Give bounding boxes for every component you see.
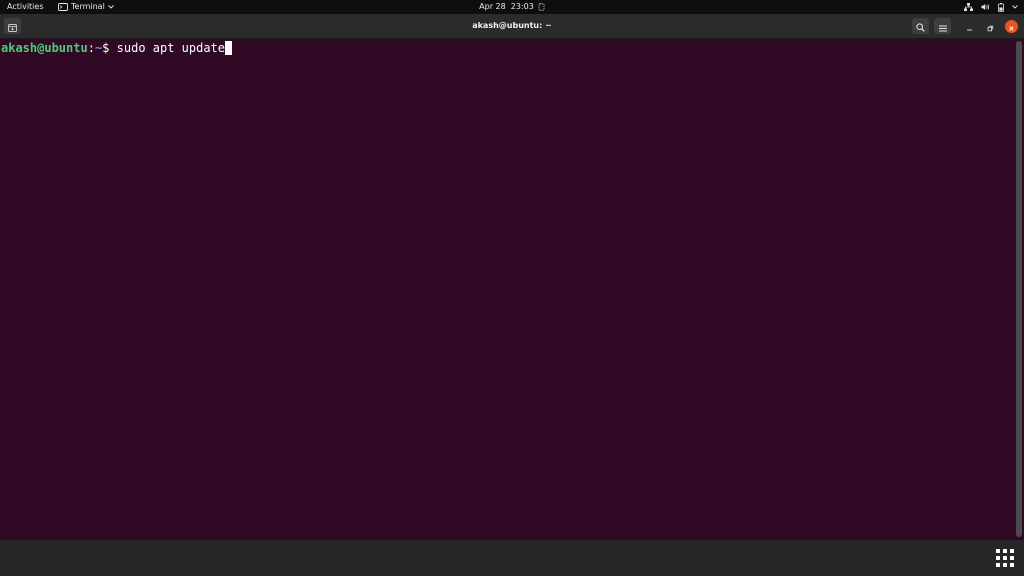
- prompt-user-host: akash@ubuntu: [1, 41, 88, 55]
- search-button[interactable]: [912, 18, 929, 34]
- app-menu-label: Terminal: [71, 2, 105, 11]
- activities-button[interactable]: Activities: [7, 1, 44, 13]
- close-icon: [1008, 17, 1015, 36]
- command-text: sudo apt update: [116, 41, 226, 55]
- header-bar[interactable]: akash@ubuntu: ~: [0, 14, 1024, 39]
- show-applications-icon[interactable]: [996, 549, 1014, 567]
- menu-button[interactable]: [934, 18, 951, 34]
- app-menu[interactable]: Terminal: [58, 1, 114, 13]
- minimize-button[interactable]: [963, 20, 976, 33]
- hamburger-menu-icon: [938, 17, 947, 36]
- close-button[interactable]: [1005, 20, 1018, 33]
- clock-button[interactable]: Apr 28 23:03: [479, 1, 545, 13]
- terminal-output[interactable]: akash@ubuntu:~$ sudo apt update: [0, 40, 1014, 540]
- window-title: akash@ubuntu: ~: [472, 21, 552, 30]
- notification-icon: [538, 3, 545, 11]
- clock-text: Apr 28 23:03: [479, 2, 534, 11]
- network-icon: [964, 3, 973, 11]
- battery-icon: [998, 2, 1004, 12]
- top-bar: Activities Terminal Apr 28 23:03: [0, 0, 1024, 14]
- volume-icon: [981, 3, 990, 11]
- dock: [0, 540, 1024, 576]
- new-tab-icon: [8, 17, 17, 36]
- system-tray[interactable]: [964, 1, 1018, 13]
- chevron-down-icon: [107, 5, 114, 9]
- new-tab-button[interactable]: [4, 18, 21, 34]
- scrollbar[interactable]: [1016, 41, 1022, 537]
- terminal-icon: [58, 3, 68, 11]
- restore-icon: [987, 17, 994, 36]
- terminal-window: akash@ubuntu: ~ akash@ubuntu:~$ sudo apt…: [0, 14, 1024, 540]
- clock-container: Apr 28 23:03: [0, 1, 1024, 13]
- prompt-separator: :: [87, 41, 95, 55]
- scrollbar-thumb[interactable]: [1016, 41, 1022, 537]
- search-icon: [916, 17, 925, 36]
- text-cursor: [225, 41, 233, 55]
- prompt-symbol: $: [102, 41, 110, 55]
- chevron-down-icon: [1012, 5, 1018, 9]
- restore-button[interactable]: [984, 20, 997, 33]
- minimize-icon: [966, 17, 973, 36]
